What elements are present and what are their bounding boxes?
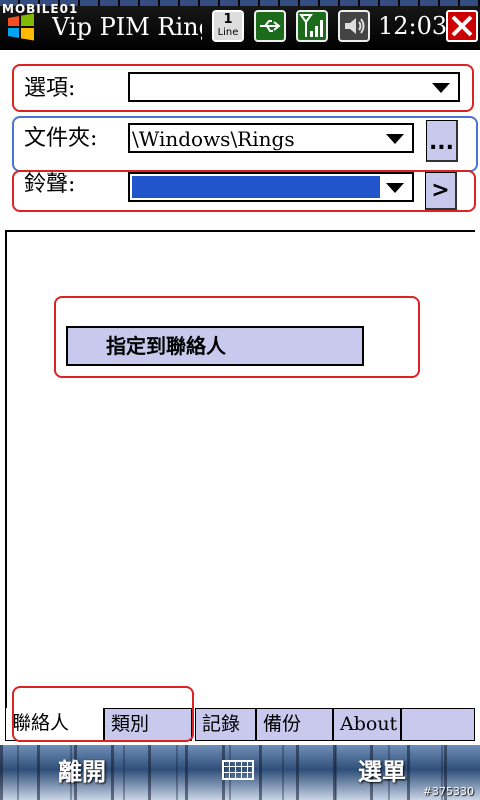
line-label: Line (217, 27, 239, 38)
ringtone-selection-highlight (132, 176, 380, 198)
clock[interactable]: 12:03 (378, 10, 447, 42)
image-tag: #375330 (422, 785, 474, 798)
line-icon[interactable]: 1 Line (212, 10, 244, 42)
speaker-glyph (345, 18, 365, 34)
tab-bar-filler (401, 708, 475, 741)
tab-about[interactable]: About (333, 708, 401, 741)
folder-dropdown[interactable]: \Windows\Rings (128, 123, 414, 153)
folder-value: \Windows\Rings (132, 127, 295, 151)
keyboard-icon[interactable] (222, 760, 254, 780)
tab-backup[interactable]: 備份 (256, 708, 333, 741)
browse-folder-button[interactable]: ... (426, 120, 458, 162)
ringtone-label: 鈴聲: (24, 172, 76, 197)
next-ringtone-button[interactable]: > (425, 172, 457, 210)
assign-to-contact-button[interactable]: 指定到聯絡人 (66, 326, 364, 366)
chevron-down-icon (432, 83, 450, 93)
ringtone-dropdown[interactable] (128, 172, 414, 202)
menu-softkey[interactable]: 選單 (358, 755, 406, 789)
windows-start-icon[interactable] (6, 12, 36, 42)
line-number: 1 (223, 12, 233, 27)
annotation-tab-contacts (12, 686, 194, 742)
signal-icon[interactable] (296, 10, 328, 42)
usb-glyph (260, 20, 281, 32)
signal-glyph (299, 14, 323, 37)
options-label: 選項: (24, 76, 76, 101)
title-bar: MOBILE01 Vip PIM Ringto 1 Line 12:03 (0, 0, 480, 50)
usb-icon[interactable] (254, 10, 286, 42)
chevron-down-icon (386, 183, 404, 193)
tab-records[interactable]: 記錄 (195, 708, 256, 741)
exit-softkey[interactable]: 離開 (58, 755, 106, 789)
chevron-down-icon (386, 134, 404, 144)
options-dropdown[interactable] (128, 72, 460, 102)
speaker-icon[interactable] (338, 10, 370, 42)
close-glyph (451, 15, 473, 37)
close-icon[interactable] (446, 10, 478, 42)
folder-label: 文件夾: (24, 126, 98, 151)
app-title: Vip PIM Ringto (52, 13, 202, 41)
